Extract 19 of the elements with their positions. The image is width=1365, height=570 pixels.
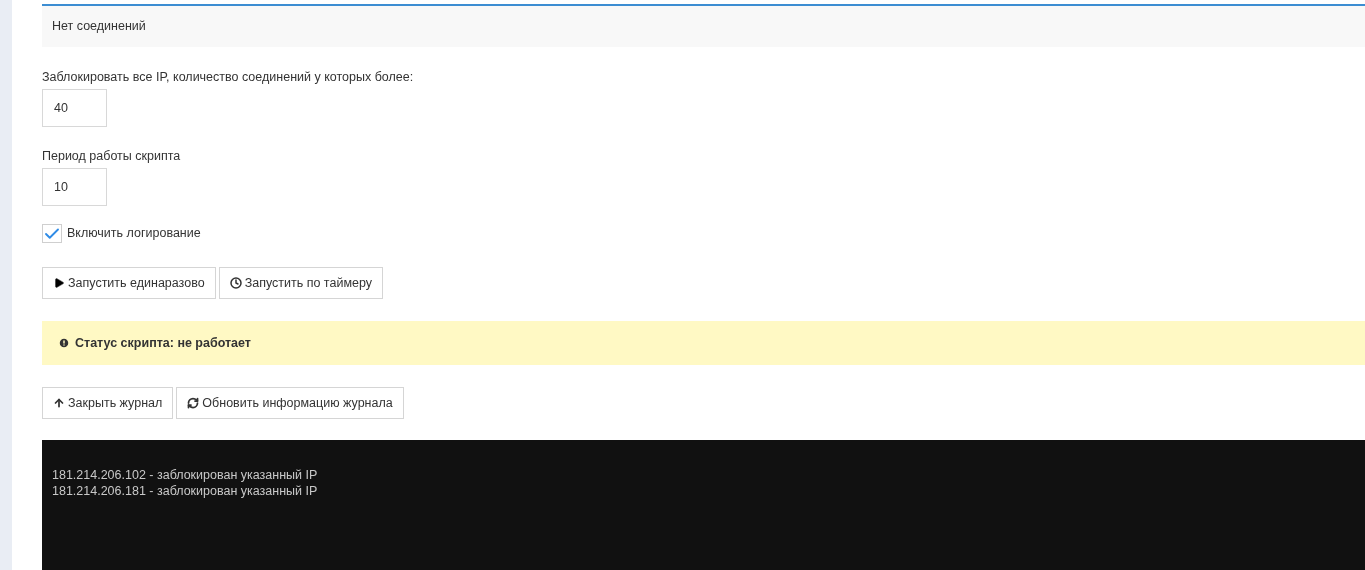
- play-icon: [53, 277, 65, 289]
- log-line: 181.214.206.102 - заблокирован указанный IP: [52, 467, 319, 483]
- number-field[interactable]: 40: [42, 89, 107, 127]
- action-button[interactable]: Обновить информацию журнала: [176, 387, 404, 419]
- field-label: Заблокировать все IP, количество соединений у которых более:: [42, 69, 415, 86]
- action-button[interactable]: Запустить по таймеру: [218, 267, 383, 299]
- arrow-up-icon: [53, 397, 65, 409]
- action-button[interactable]: Запустить единаразово: [42, 267, 216, 299]
- log-line: 181.214.206.181 - заблокирован указанный IP: [52, 483, 319, 499]
- connections-text: Нет соединений: [52, 18, 146, 36]
- refresh-icon: [187, 397, 200, 409]
- alert-icon: [58, 337, 70, 349]
- logging-checkbox[interactable]: [42, 224, 62, 243]
- status-text: Статус скрипта: не работает: [75, 334, 251, 352]
- field-label: Период работы скрипта: [42, 148, 182, 165]
- checkbox-label: Включить логирование: [67, 225, 201, 243]
- clock-icon: [229, 277, 242, 289]
- action-button[interactable]: Закрыть журнал: [42, 387, 174, 419]
- number-field[interactable]: 10: [42, 168, 107, 206]
